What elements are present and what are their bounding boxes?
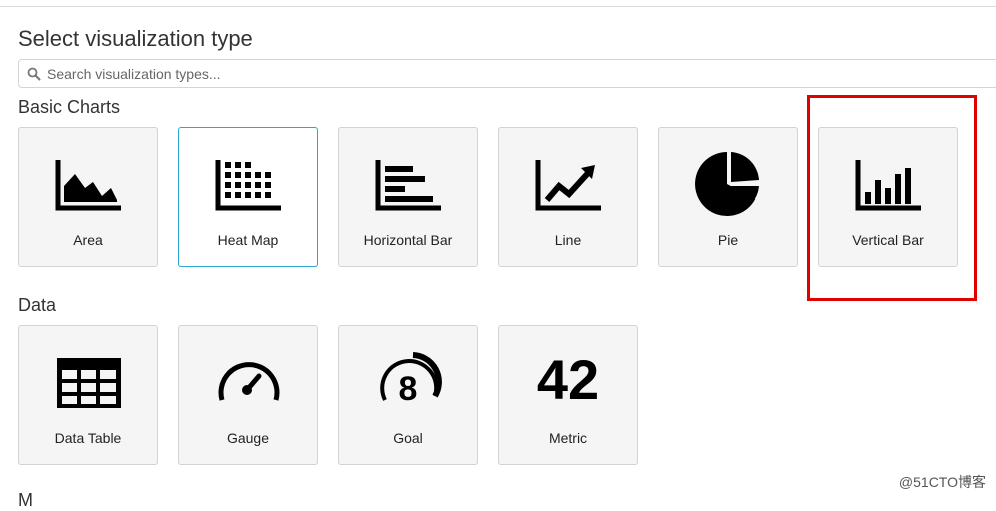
section-title-data: Data (18, 295, 57, 315)
top-divider (0, 6, 996, 7)
page-title: Select visualization type (18, 26, 253, 51)
horizontal-bar-icon (375, 160, 441, 211)
viz-card-label: Pie (717, 232, 739, 248)
data-table-icon (57, 358, 121, 408)
viz-card-label: Data Table (54, 430, 122, 446)
line-chart-icon (535, 160, 601, 211)
watermark: @51CTO博客 (898, 474, 986, 490)
viz-card-pie[interactable]: Pie (658, 127, 798, 267)
viz-card-horizontal-bar[interactable]: Horizontal Bar (338, 127, 478, 267)
viz-card-line[interactable]: Line (498, 127, 638, 267)
viz-card-label: Goal (393, 430, 423, 446)
viz-card-label: Horizontal Bar (363, 232, 453, 248)
viz-card-data-table[interactable]: Data Table (18, 325, 158, 465)
heat-map-icon (215, 160, 281, 211)
section-title-basic-charts: Basic Charts (18, 97, 121, 117)
viz-card-metric[interactable]: 42 Metric (498, 325, 638, 465)
metric-icon: 42 (536, 348, 600, 411)
viz-card-label: Metric (548, 430, 588, 446)
viz-card-area[interactable]: Area (18, 127, 158, 267)
viz-card-heat-map[interactable]: Heat Map (178, 127, 318, 267)
gauge-icon (218, 362, 280, 401)
pie-chart-icon (695, 152, 759, 216)
goal-icon: 8 (380, 352, 442, 408)
viz-card-label: Line (554, 232, 582, 248)
viz-card-label: Area (73, 232, 103, 248)
viz-card-goal[interactable]: 8 Goal (338, 325, 478, 465)
area-chart-icon (55, 160, 121, 211)
viz-card-label: Gauge (226, 430, 270, 446)
viz-card-gauge[interactable]: Gauge (178, 325, 318, 465)
search-box[interactable] (18, 59, 996, 88)
search-input[interactable] (47, 60, 987, 87)
annotation-highlight-box (807, 95, 977, 301)
section-title-partial: M (18, 490, 33, 510)
goal-glyph: 8 (399, 370, 418, 408)
viz-card-label: Heat Map (217, 232, 279, 248)
search-icon (27, 67, 41, 81)
